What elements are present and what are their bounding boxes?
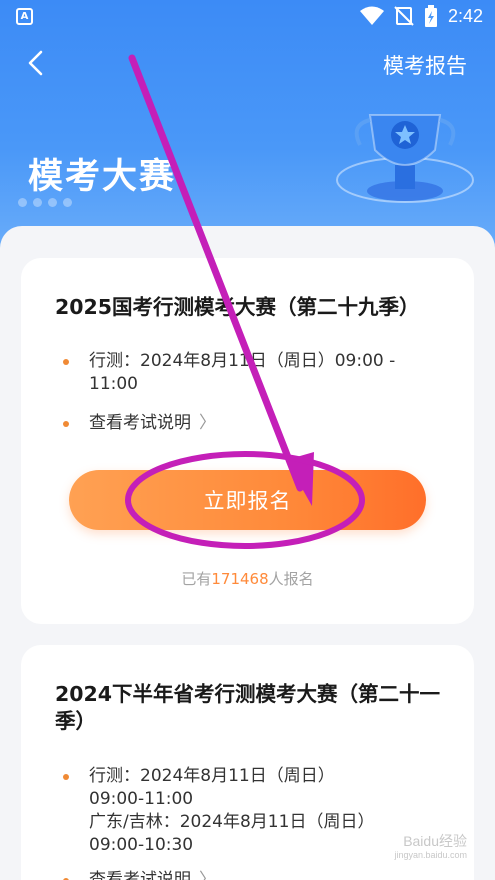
exam-info-link[interactable]: 查看考试说明〉 <box>55 412 444 438</box>
schedule-text: 行测：2024年8月11日（周日） 09:00-11:00 广东/吉林：2024… <box>89 766 375 855</box>
trophy-icon <box>325 95 475 229</box>
watermark: Baidu经验 jingyan.baidu.com <box>394 834 467 862</box>
contest-title: 2025国考行测模考大赛（第二十九季） <box>55 295 420 319</box>
chevron-right-icon: 〉 <box>199 413 216 433</box>
bullet-dot <box>63 421 69 427</box>
battery-charging-icon <box>424 5 438 27</box>
wifi-icon <box>359 6 384 26</box>
contest-title: 2024下半年省考行测模考大赛（第二十一季） <box>55 682 441 733</box>
signup-count-value: 171468 <box>211 570 269 588</box>
signup-count: 已有171468人报名 <box>21 568 474 589</box>
exam-info-link[interactable]: 查看考试说明〉 <box>55 869 444 880</box>
status-bar: A 2:42 <box>0 0 495 34</box>
back-button[interactable] <box>20 48 50 78</box>
signup-count-prefix: 已有 <box>181 570 212 588</box>
bullet-dot <box>63 359 69 365</box>
chevron-left-icon <box>28 50 43 76</box>
signup-count-suffix: 人报名 <box>268 570 314 588</box>
chevron-right-icon: 〉 <box>199 870 216 880</box>
page-title: 模考大赛 <box>28 157 177 197</box>
schedule-text: 行测：2024年8月11日（周日）09:00 - 11:00 <box>89 351 396 394</box>
no-signal-icon <box>394 6 414 26</box>
signup-button[interactable]: 立即报名 <box>69 470 426 530</box>
app-notification-icon: A <box>16 8 33 25</box>
contest-card: 2025国考行测模考大赛（第二十九季） 行测：2024年8月11日（周日）09:… <box>21 258 474 624</box>
decorative-dots <box>18 198 72 207</box>
schedule-row: 行测：2024年8月11日（周日）09:00 - 11:00 <box>55 350 444 400</box>
exam-report-link[interactable]: 模考报告 <box>383 50 467 80</box>
status-time: 2:42 <box>447 5 483 26</box>
bullet-dot <box>63 774 69 780</box>
exam-info-label: 查看考试说明 <box>89 870 191 880</box>
schedule-row: 行测：2024年8月11日（周日） 09:00-11:00 广东/吉林：2024… <box>55 765 444 861</box>
watermark-sub: jingyan.baidu.com <box>394 850 467 860</box>
watermark-text: Baidu经验 <box>403 833 467 849</box>
exam-info-label: 查看考试说明 <box>89 413 191 433</box>
